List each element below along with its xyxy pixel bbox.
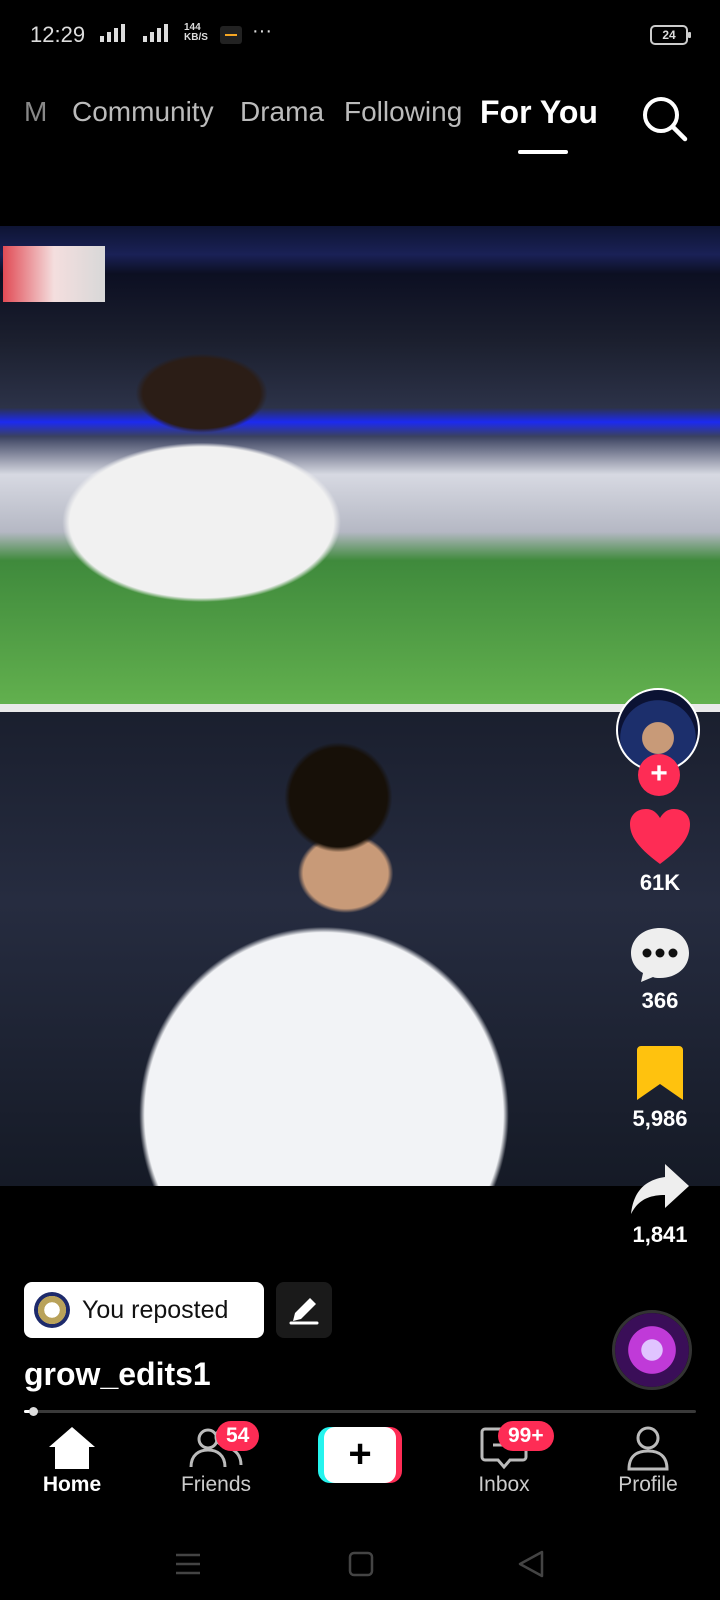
tab-following[interactable]: Following	[344, 96, 462, 128]
nav-home[interactable]: Home	[12, 1425, 132, 1497]
nav-inbox-label: Inbox	[478, 1473, 530, 1496]
plus-icon: +	[650, 757, 668, 790]
menu-icon[interactable]	[176, 1553, 200, 1575]
like-count: 61K	[639, 870, 681, 895]
video-thumbnail-overlay	[3, 246, 105, 302]
share-button[interactable]: 1,841	[610, 1162, 710, 1248]
comment-count: 366	[641, 988, 679, 1013]
tab-community[interactable]: Community	[72, 96, 214, 128]
network-speed: 144 KB/S	[184, 22, 208, 43]
nav-friends[interactable]: Friends 54	[156, 1421, 276, 1497]
save-count: 5,986	[632, 1106, 688, 1131]
nav-home-label: Home	[42, 1473, 102, 1496]
creator-username[interactable]: grow_edits1	[24, 1356, 211, 1393]
comment-button[interactable]: 366	[610, 926, 710, 1014]
follow-button[interactable]: +	[638, 754, 680, 796]
nav-profile[interactable]: Profile	[588, 1425, 708, 1497]
more-notifications-icon: ···	[252, 20, 272, 42]
save-button[interactable]: 5,986	[610, 1044, 710, 1132]
heart-icon	[630, 809, 690, 864]
share-arrow-icon	[631, 1164, 689, 1214]
nav-inbox[interactable]: Inbox 99+	[444, 1421, 564, 1497]
back-icon[interactable]	[518, 1550, 544, 1578]
like-button[interactable]: 61K	[610, 808, 710, 896]
profile-icon	[627, 1426, 669, 1471]
home-square-icon[interactable]	[348, 1551, 374, 1577]
notification-app-icon	[220, 26, 242, 44]
pencil-icon	[289, 1298, 319, 1325]
search-icon	[643, 97, 688, 142]
status-time: 12:29	[30, 22, 86, 47]
bottom-navigation: Home Friends 54 + Inbox 99+ Profile	[0, 1415, 720, 1535]
bookmark-icon	[637, 1046, 683, 1100]
battery-icon: 24	[650, 25, 691, 45]
create-button[interactable]: +	[318, 1427, 402, 1483]
video-clip-top	[0, 226, 720, 704]
comment-icon	[631, 928, 689, 982]
nav-profile-label: Profile	[618, 1473, 678, 1496]
status-bar: 12:29 144 KB/S ··· 24	[0, 0, 720, 70]
signal-bars-2-icon	[143, 22, 168, 42]
edit-repost-button[interactable]	[276, 1282, 332, 1338]
signal-bars-icon	[100, 22, 125, 42]
home-icon	[49, 1427, 95, 1469]
video-player[interactable]	[0, 226, 720, 1186]
tab-for-you[interactable]: For You	[480, 94, 598, 131]
system-navigation-bar	[0, 1535, 720, 1600]
repost-chip[interactable]: You reposted	[24, 1282, 264, 1338]
signal-indicators	[100, 22, 168, 42]
plus-icon: +	[324, 1427, 396, 1483]
repost-label: You reposted	[82, 1295, 229, 1324]
video-progress-bar[interactable]	[24, 1407, 696, 1416]
active-tab-indicator	[518, 150, 568, 154]
share-count: 1,841	[632, 1222, 688, 1247]
club-logo-icon	[34, 1292, 70, 1328]
nav-friends-label: Friends	[180, 1473, 252, 1496]
music-disc-icon[interactable]	[612, 1310, 692, 1390]
tab-drama[interactable]: Drama	[240, 96, 324, 128]
top-feed-tabs: M Community Drama Following For You	[0, 88, 720, 158]
inbox-badge: 99+	[498, 1421, 554, 1451]
tab-partial[interactable]: M	[24, 96, 47, 128]
clip-divider	[0, 704, 720, 712]
friends-badge: 54	[216, 1421, 260, 1451]
search-button[interactable]	[640, 94, 690, 144]
